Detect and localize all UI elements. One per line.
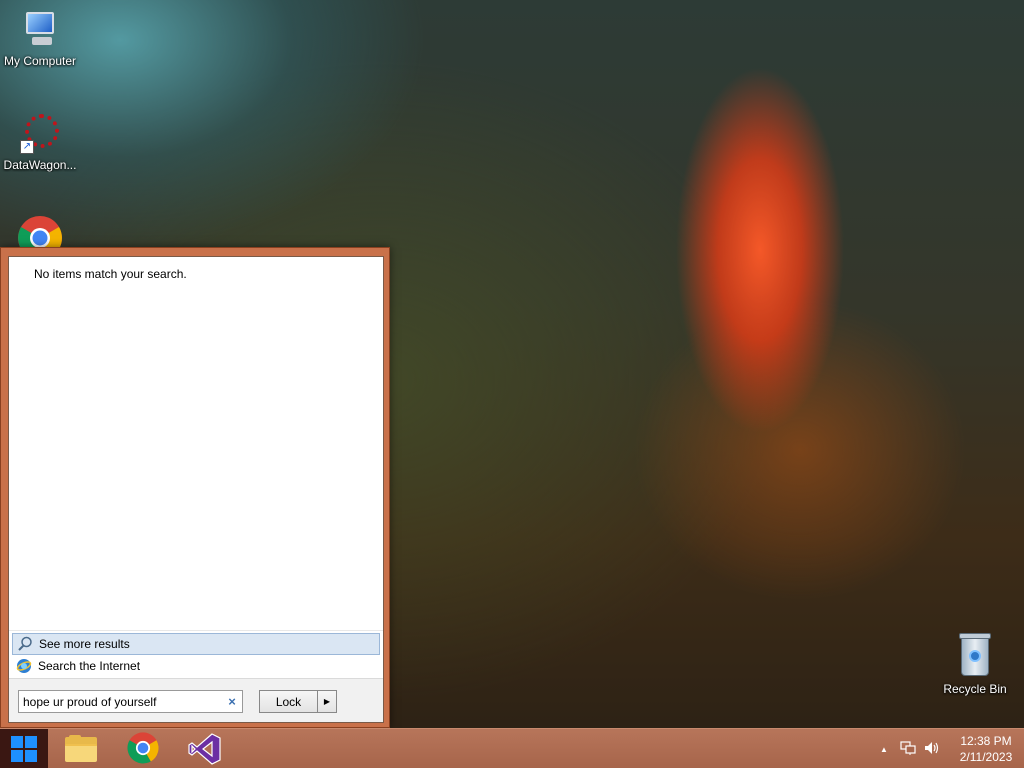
taskbar: ▲ 12:38 PM 2/11/2023: [0, 728, 1024, 768]
network-icon[interactable]: [896, 740, 920, 758]
search-input[interactable]: [19, 691, 222, 712]
system-tray: ▲ 12:38 PM 2/11/2023: [872, 729, 1024, 768]
computer-icon: [20, 10, 60, 50]
datawagon-icon: ↗: [20, 114, 60, 154]
desktop-icon-datawagon[interactable]: ↗ DataWagon...: [0, 114, 80, 172]
lock-button[interactable]: Lock: [259, 690, 317, 713]
desktop-icon-label: My Computer: [3, 54, 77, 68]
show-hidden-icons-icon[interactable]: ▲: [872, 745, 896, 754]
search-internet-link[interactable]: Search the Internet: [12, 655, 380, 677]
taskbar-chrome[interactable]: [118, 731, 168, 767]
clear-search-icon[interactable]: ×: [222, 694, 242, 709]
chrome-icon: [126, 731, 160, 768]
desktop-icon-label: DataWagon...: [3, 158, 77, 172]
power-button-group: Lock ▶: [259, 690, 337, 713]
power-options-arrow-icon[interactable]: ▶: [317, 690, 337, 713]
start-menu-panel: No items match your search. See more res…: [8, 256, 384, 723]
volume-icon[interactable]: [920, 741, 944, 758]
visual-studio-icon: [188, 732, 222, 766]
start-button[interactable]: [0, 729, 48, 768]
desktop-icon-recycle-bin[interactable]: Recycle Bin: [935, 632, 1015, 696]
recycle-bin-icon: [957, 632, 993, 678]
magnifier-icon: [17, 636, 35, 652]
start-menu: No items match your search. See more res…: [0, 247, 390, 728]
windows-logo-icon: [11, 736, 37, 762]
desktop-icon-my-computer[interactable]: My Computer: [0, 10, 80, 68]
taskbar-file-explorer[interactable]: [56, 731, 106, 767]
desktop-icon-label: Recycle Bin: [943, 682, 1007, 696]
clock-time: 12:38 PM: [960, 734, 1012, 748]
see-more-results-link[interactable]: See more results: [12, 633, 380, 655]
search-area: × Lock ▶: [9, 678, 383, 722]
file-explorer-icon: [65, 735, 97, 763]
clock-date: 2/11/2023: [959, 750, 1013, 764]
search-box: ×: [18, 690, 243, 713]
results-divider: [9, 630, 383, 631]
see-more-results-label: See more results: [39, 637, 130, 651]
search-internet-label: Search the Internet: [38, 659, 141, 673]
taskbar-clock[interactable]: 12:38 PM 2/11/2023: [948, 733, 1024, 765]
taskbar-visual-studio[interactable]: [180, 731, 230, 767]
internet-explorer-icon: [16, 658, 34, 674]
no-results-message: No items match your search.: [34, 267, 187, 281]
